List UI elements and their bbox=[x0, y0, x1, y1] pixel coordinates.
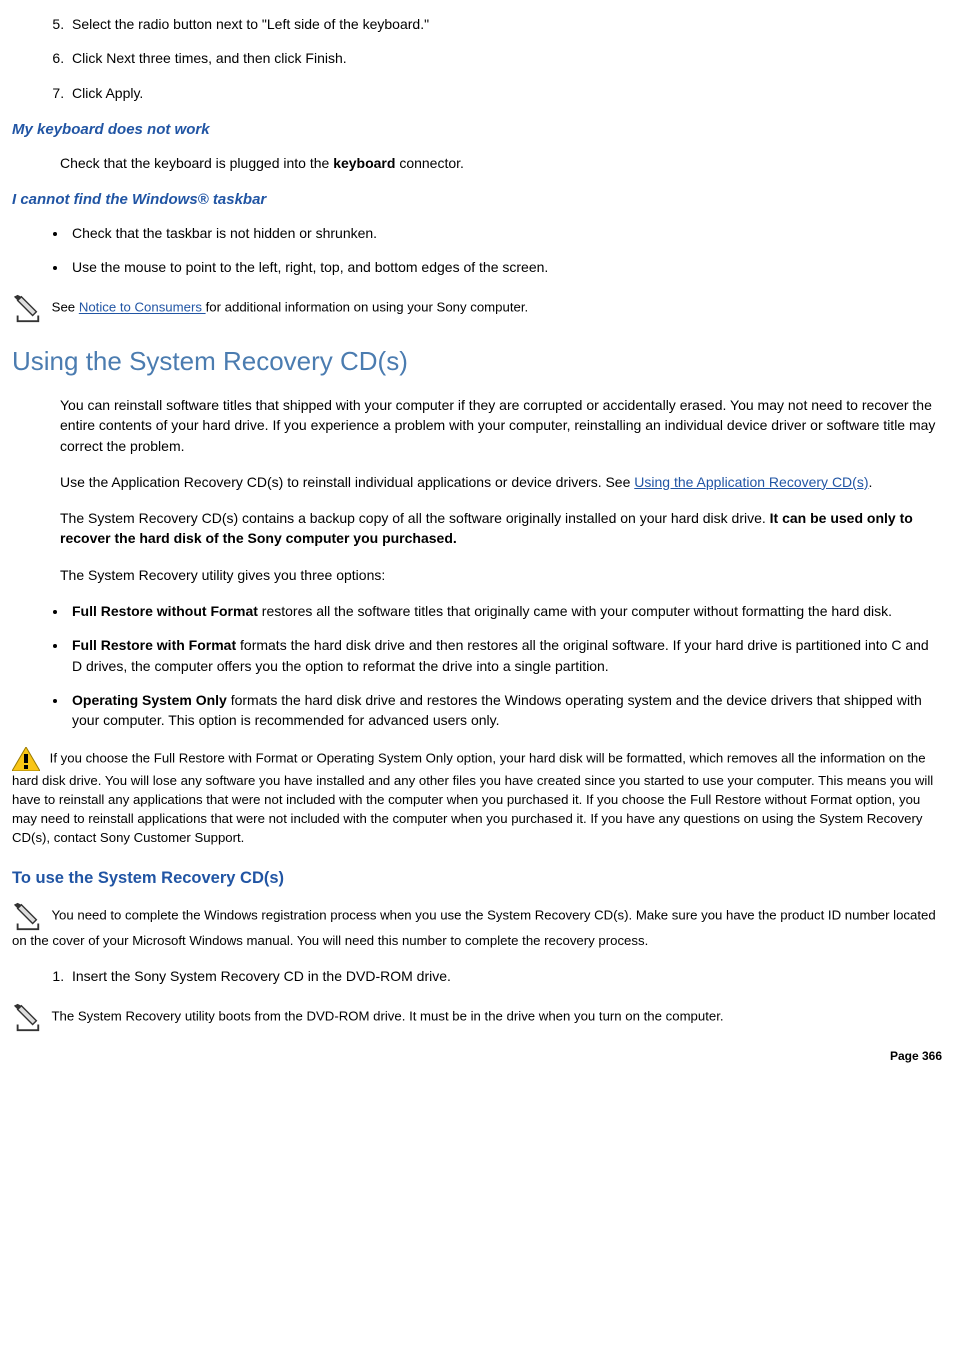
warning-icon bbox=[12, 747, 40, 771]
sysrec-p3: The System Recovery CD(s) contains a bac… bbox=[60, 508, 942, 549]
heading-keyboard-not-work: My keyboard does not work bbox=[12, 119, 942, 141]
pencil-note-icon bbox=[12, 293, 42, 323]
notice-post: for additional information on using your… bbox=[206, 300, 529, 315]
sysrec-p1: You can reinstall software titles that s… bbox=[60, 395, 942, 456]
caution-block: If you choose the Full Restore with Form… bbox=[12, 747, 942, 848]
sysrec-p2-post: . bbox=[869, 474, 873, 490]
sysrec-p4: The System Recovery utility gives you th… bbox=[60, 565, 942, 585]
list-item: Use the mouse to point to the left, righ… bbox=[68, 257, 942, 277]
caution-text: If you choose the Full Restore with Form… bbox=[12, 750, 933, 845]
heading-system-recovery: Using the System Recovery CD(s) bbox=[12, 343, 942, 381]
note-boot: The System Recovery utility boots from t… bbox=[12, 1002, 942, 1032]
heading-taskbar: I cannot find the Windows® taskbar bbox=[12, 189, 942, 211]
note-registration: You need to complete the Windows registr… bbox=[12, 901, 942, 950]
heading-to-use: To use the System Recovery CD(s) bbox=[12, 867, 942, 891]
notice-pre: See bbox=[52, 300, 79, 315]
sysrec-p2: Use the Application Recovery CD(s) to re… bbox=[60, 472, 942, 492]
sysrec-p2-pre: Use the Application Recovery CD(s) to re… bbox=[60, 474, 634, 490]
opt-bold: Full Restore without Format bbox=[72, 603, 258, 619]
link-app-recovery[interactable]: Using the Application Recovery CD(s) bbox=[634, 474, 868, 490]
pencil-note-icon bbox=[12, 1002, 42, 1032]
list-item: Check that the taskbar is not hidden or … bbox=[68, 223, 942, 243]
note-registration-text: You need to complete the Windows registr… bbox=[12, 908, 936, 949]
step-insert-cd: Insert the Sony System Recovery CD in th… bbox=[68, 966, 942, 986]
taskbar-list: Check that the taskbar is not hidden or … bbox=[12, 223, 942, 278]
kb-bold: keyboard bbox=[333, 155, 395, 171]
opt-bold: Full Restore with Format bbox=[72, 637, 236, 653]
kb-text-pre: Check that the keyboard is plugged into … bbox=[60, 155, 333, 171]
opt-text: restores all the software titles that or… bbox=[258, 603, 892, 619]
list-item: Full Restore without Format restores all… bbox=[68, 601, 942, 621]
step-6: Click Next three times, and then click F… bbox=[68, 48, 942, 68]
numbered-steps-touse: Insert the Sony System Recovery CD in th… bbox=[12, 966, 942, 986]
sysrec-p3-pre: The System Recovery CD(s) contains a bac… bbox=[60, 510, 770, 526]
pencil-note-icon bbox=[12, 901, 42, 931]
kb-paragraph: Check that the keyboard is plugged into … bbox=[60, 153, 942, 173]
numbered-steps-top: Select the radio button next to "Left si… bbox=[12, 14, 942, 103]
list-item: Operating System Only formats the hard d… bbox=[68, 690, 942, 731]
kb-text-post: connector. bbox=[395, 155, 464, 171]
note-boot-text: The System Recovery utility boots from t… bbox=[51, 1009, 723, 1024]
step-7: Click Apply. bbox=[68, 83, 942, 103]
list-item: Full Restore with Format formats the har… bbox=[68, 635, 942, 676]
step-5: Select the radio button next to "Left si… bbox=[68, 14, 942, 34]
recovery-options-list: Full Restore without Format restores all… bbox=[12, 601, 942, 730]
note-consumers: See Notice to Consumers for additional i… bbox=[12, 293, 942, 323]
notice-link[interactable]: Notice to Consumers bbox=[79, 300, 206, 315]
opt-bold: Operating System Only bbox=[72, 692, 227, 708]
page-number: Page 366 bbox=[12, 1048, 942, 1065]
